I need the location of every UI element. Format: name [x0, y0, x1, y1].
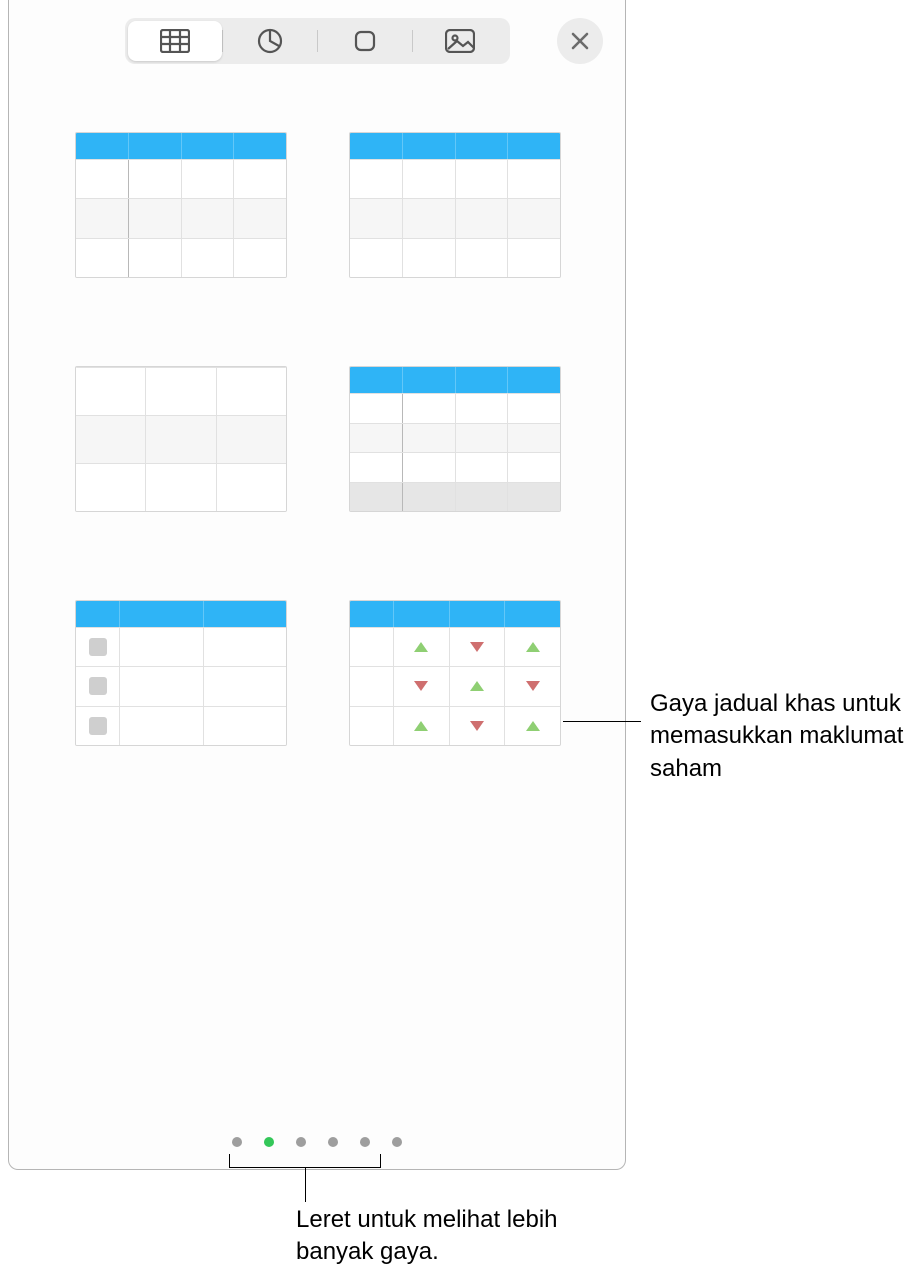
- tab-chart[interactable]: [223, 21, 317, 61]
- close-icon: [570, 31, 590, 51]
- tab-table[interactable]: [128, 21, 222, 61]
- table-style-plain[interactable]: [75, 366, 287, 512]
- triangle-up-icon: [470, 681, 484, 691]
- shape-icon: [352, 28, 378, 54]
- triangle-down-icon: [414, 681, 428, 691]
- checkbox-icon: [89, 638, 107, 656]
- tab-media[interactable]: [413, 21, 507, 61]
- table-icon: [160, 29, 190, 53]
- pager-dot[interactable]: [296, 1137, 306, 1147]
- pager-dot[interactable]: [360, 1137, 370, 1147]
- table-style-stock[interactable]: [349, 600, 561, 746]
- triangle-up-icon: [526, 721, 540, 731]
- triangle-up-icon: [414, 642, 428, 652]
- triangle-down-icon: [470, 642, 484, 652]
- chart-icon: [257, 28, 283, 54]
- callout-leader-line: [305, 1168, 306, 1202]
- table-style-grid: [9, 80, 625, 746]
- table-style-checklist[interactable]: [75, 600, 287, 746]
- triangle-up-icon: [526, 642, 540, 652]
- insert-toolbar: [9, 0, 625, 80]
- triangle-down-icon: [470, 721, 484, 731]
- style-pager: [9, 1137, 625, 1147]
- close-button[interactable]: [557, 18, 603, 64]
- pager-dot[interactable]: [328, 1137, 338, 1147]
- pager-dot[interactable]: [264, 1137, 274, 1147]
- callout-stock-style: Gaya jadual khas untuk memasukkan maklum…: [650, 688, 910, 785]
- pager-dot[interactable]: [232, 1137, 242, 1147]
- pager-dot[interactable]: [392, 1137, 402, 1147]
- insert-panel: [8, 0, 626, 1170]
- callout-leader-line: [563, 721, 641, 722]
- checkbox-icon: [89, 717, 107, 735]
- table-style-header-footer[interactable]: [349, 366, 561, 512]
- table-style-header-firstcol[interactable]: [75, 132, 287, 278]
- triangle-up-icon: [414, 721, 428, 731]
- checkbox-icon: [89, 677, 107, 695]
- category-segmented-control: [125, 18, 510, 64]
- table-style-header-plain[interactable]: [349, 132, 561, 278]
- media-icon: [445, 29, 475, 53]
- callout-bracket: [229, 1154, 381, 1168]
- tab-shape[interactable]: [318, 21, 412, 61]
- callout-pager: Leret untuk melihat lebih banyak gaya.: [296, 1204, 616, 1269]
- triangle-down-icon: [526, 681, 540, 691]
